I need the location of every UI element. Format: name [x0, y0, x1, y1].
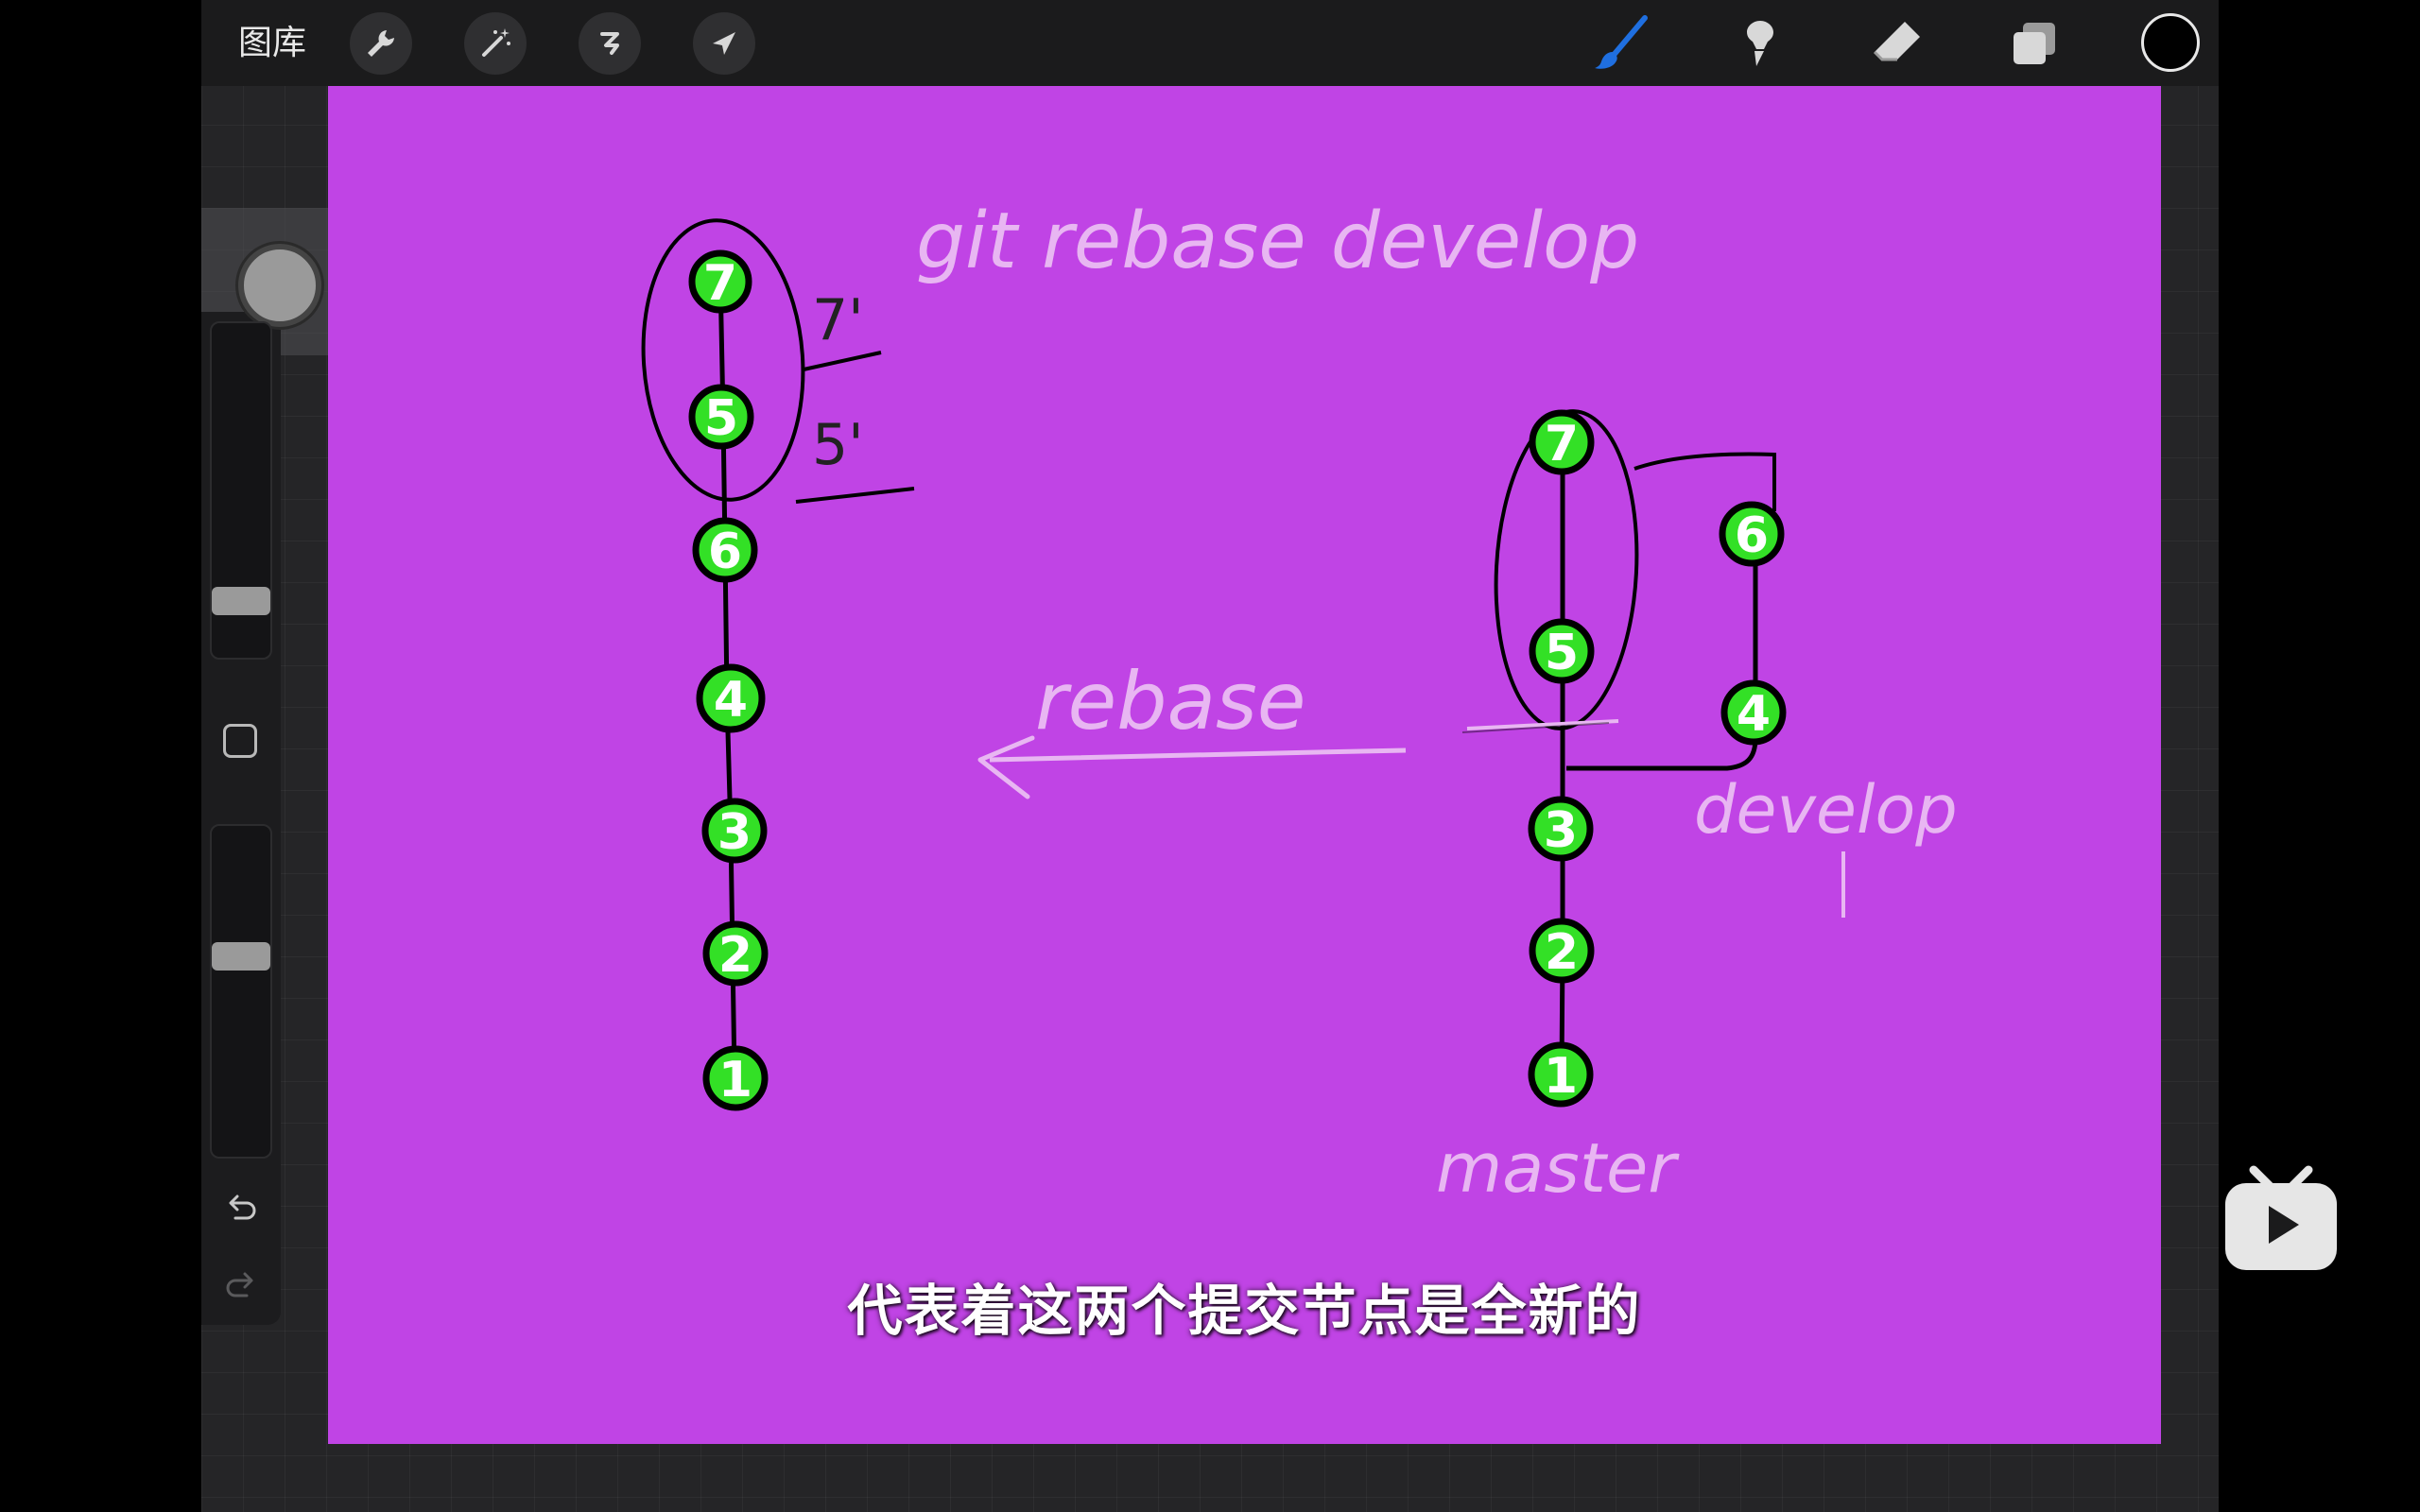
gallery-button[interactable]: 图库 — [238, 23, 306, 64]
left-branch: 7' 5' — [641, 218, 915, 1079]
svg-text:3: 3 — [717, 804, 752, 861]
master-node-1: 1 — [1528, 1041, 1594, 1108]
layers-icon[interactable] — [2000, 9, 2068, 77]
svg-text:5: 5 — [704, 390, 738, 447]
svg-text:4: 4 — [1737, 686, 1771, 743]
svg-text:3: 3 — [1544, 802, 1578, 859]
develop-node-6: 6 — [1719, 501, 1785, 567]
selection-icon[interactable] — [579, 12, 641, 75]
left-node-6: 6 — [692, 517, 758, 583]
master-label: master — [1436, 1128, 1680, 1208]
command-text: git rebase develop — [916, 197, 1639, 286]
video-subtitle: 代表着这两个提交节点是全新的 — [847, 1279, 1642, 1343]
left-node-4: 4 — [696, 663, 766, 733]
eraser-icon[interactable] — [1862, 9, 1930, 77]
rebase-label: rebase — [1035, 655, 1305, 747]
bilibili-logo-icon — [2221, 1160, 2341, 1274]
brush-size-thumb[interactable] — [212, 587, 270, 615]
brush-size-knob[interactable] — [238, 244, 321, 327]
magic-wand-icon[interactable] — [464, 12, 527, 75]
rebase-arrow: rebase — [977, 655, 1407, 799]
develop-node-4: 4 — [1720, 679, 1787, 746]
master-node-5: 5 — [1529, 618, 1595, 684]
modify-button[interactable] — [223, 724, 257, 758]
left-node-5: 5 — [688, 384, 754, 450]
label-5-prime: 5' — [812, 412, 864, 478]
svg-text:6: 6 — [1735, 507, 1769, 564]
label-7-prime: 7' — [812, 287, 864, 353]
left-node-2: 2 — [702, 920, 769, 987]
opacity-thumb[interactable] — [212, 942, 270, 971]
right-graph — [1461, 409, 1776, 1074]
svg-text:1: 1 — [1544, 1048, 1578, 1105]
left-node-7: 7 — [688, 249, 752, 314]
master-node-3: 3 — [1528, 796, 1594, 862]
svg-text:4: 4 — [714, 672, 748, 729]
svg-text:6: 6 — [708, 524, 742, 580]
brush-icon[interactable] — [1587, 9, 1655, 77]
smudge-icon[interactable] — [1726, 9, 1794, 77]
redo-icon[interactable] — [214, 1261, 268, 1308]
left-node-3: 3 — [701, 798, 768, 864]
left-node-1: 1 — [702, 1045, 769, 1111]
drawing-canvas[interactable]: git rebase develop 7' 5' 7 5 6 4 3 2 1 r… — [328, 86, 2161, 1444]
svg-text:5: 5 — [1545, 625, 1579, 681]
develop-label: develop — [1694, 771, 1958, 849]
master-node-2: 2 — [1529, 918, 1595, 984]
transform-arrow-icon[interactable] — [693, 12, 755, 75]
svg-text:7: 7 — [703, 255, 737, 312]
master-node-7: 7 — [1529, 409, 1595, 475]
undo-icon[interactable] — [214, 1183, 268, 1230]
wrench-icon[interactable] — [350, 12, 412, 75]
svg-text:2: 2 — [718, 927, 752, 984]
svg-text:1: 1 — [718, 1052, 752, 1108]
color-picker-button[interactable] — [2141, 13, 2200, 72]
opacity-slider[interactable] — [210, 824, 272, 1159]
svg-text:7: 7 — [1545, 416, 1579, 472]
svg-text:2: 2 — [1545, 924, 1579, 981]
